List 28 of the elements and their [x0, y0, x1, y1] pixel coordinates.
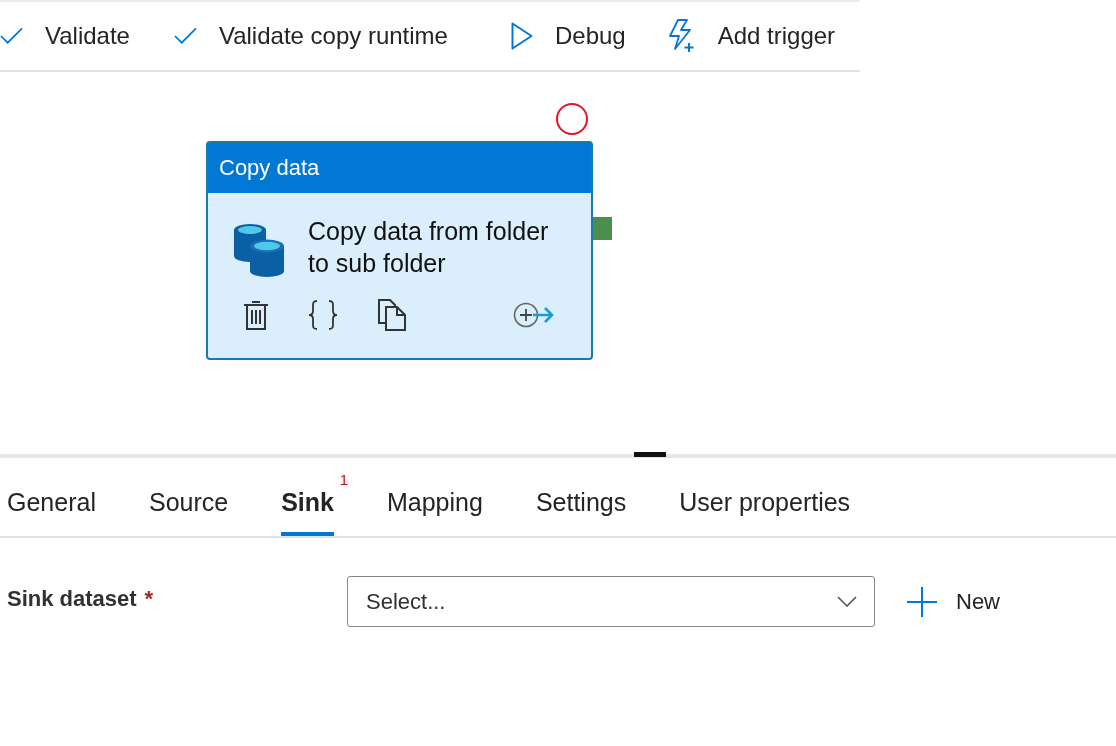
tab[interactable]: Settings: [535, 458, 627, 536]
copy-icon[interactable]: [378, 299, 406, 331]
field-label: Sink dataset: [7, 586, 137, 612]
plus-icon: [907, 586, 937, 617]
add-output-icon[interactable]: [513, 302, 555, 328]
play-icon: [510, 22, 533, 50]
check-icon: [0, 27, 23, 45]
activity-type-label: Copy data: [208, 143, 591, 193]
trash-icon[interactable]: [243, 299, 269, 331]
tab[interactable]: Source: [148, 458, 229, 536]
validate-button[interactable]: Validate copy runtime: [173, 22, 448, 50]
validate-button[interactable]: Validate: [0, 22, 130, 50]
braces-icon[interactable]: [308, 300, 338, 330]
output-handle[interactable]: [593, 217, 612, 240]
tab[interactable]: User properties: [679, 458, 851, 536]
new-button[interactable]: New: [907, 586, 1000, 617]
check-icon: [173, 27, 197, 45]
tab[interactable]: Mapping: [386, 458, 483, 536]
tab[interactable]: General: [7, 458, 96, 536]
database-icon: [234, 222, 284, 278]
error-count: 1: [339, 472, 348, 487]
splitter-handle[interactable]: [634, 452, 666, 457]
add-trigger-button[interactable]: Add trigger: [665, 19, 836, 53]
required-mark: *: [144, 586, 154, 612]
debug-button[interactable]: Debug: [510, 22, 626, 50]
dataset-dropdown[interactable]: Select...: [347, 576, 875, 627]
activity-name: Copy data from folder to sub folder: [308, 216, 550, 279]
chevron-down-icon: [837, 596, 857, 607]
